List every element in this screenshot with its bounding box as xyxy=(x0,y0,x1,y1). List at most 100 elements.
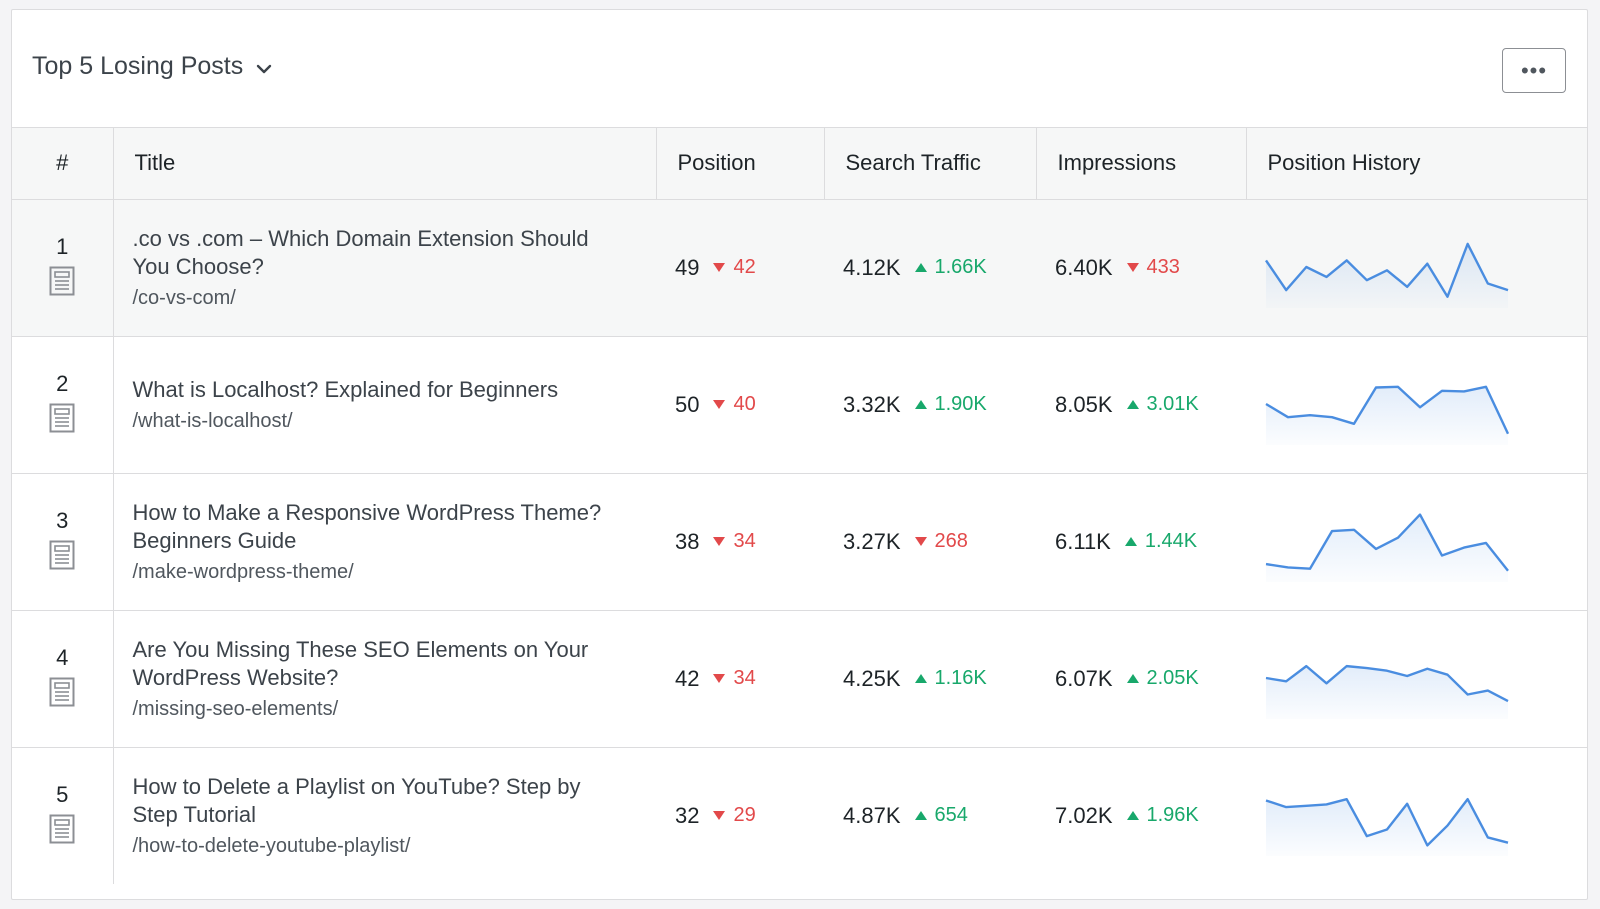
traffic-change-value: 268 xyxy=(934,530,968,552)
change-arrow-icon xyxy=(713,263,726,272)
position-change-value: 29 xyxy=(733,804,756,827)
position-change: 34 xyxy=(713,667,756,690)
position-history-sparkline xyxy=(1265,797,1509,856)
change-arrow-icon xyxy=(1126,400,1139,409)
sparkline-area xyxy=(1266,514,1508,582)
position-change-value: 40 xyxy=(733,393,756,415)
post-url: /missing-seo-elements/ xyxy=(132,698,339,720)
position-cell: 32 29 xyxy=(656,747,824,884)
traffic-cell: 3.27K 268 xyxy=(824,473,1036,611)
impressions-change-value: 433 xyxy=(1146,256,1180,278)
post-url: /co-vs-com/ xyxy=(132,287,236,309)
impressions-change-value: 1.44K xyxy=(1144,530,1198,552)
traffic-value: 4.12K xyxy=(843,254,901,280)
traffic-change-value: 1.66K xyxy=(934,256,987,278)
table-row: 1 .co vs .com – Which Domain Extension S… xyxy=(12,199,1587,337)
title-cell: How to Delete a Playlist on YouTube? Ste… xyxy=(113,747,656,884)
post-title-link[interactable]: What is Localhost? Explained for Beginne… xyxy=(133,376,617,404)
impressions-change-value: 1.96K xyxy=(1146,804,1199,827)
post-title-link[interactable]: Are You Missing These SEO Elements on Yo… xyxy=(133,636,617,692)
position-change: 40 xyxy=(713,393,756,416)
impressions-change: 3.01K xyxy=(1126,393,1199,416)
traffic-cell: 3.32K 1.90K xyxy=(824,336,1036,474)
position-history-cell xyxy=(1246,610,1587,748)
impressions-value: 7.02K xyxy=(1055,802,1113,828)
traffic-change: 1.90K xyxy=(914,393,987,416)
impressions-change-value: 2.05K xyxy=(1146,667,1199,689)
change-arrow-icon xyxy=(1124,537,1137,546)
position-history-sparkline xyxy=(1265,385,1510,445)
traffic-change: 654 xyxy=(914,804,968,827)
position-value: 50 xyxy=(675,391,700,417)
position-change: 34 xyxy=(713,530,756,553)
change-arrow-icon xyxy=(713,537,726,546)
title-cell: Are You Missing These SEO Elements on Yo… xyxy=(113,610,656,748)
traffic-value: 3.27K xyxy=(843,528,901,554)
col-header-position-history: Position History xyxy=(1246,128,1587,200)
traffic-change-value: 1.90K xyxy=(934,393,987,415)
row-index: 2 xyxy=(56,370,69,396)
post-title-link[interactable]: How to Make a Responsive WordPress Theme… xyxy=(133,499,617,555)
impressions-value: 8.05K xyxy=(1055,391,1113,417)
position-value: 42 xyxy=(675,665,700,691)
change-arrow-icon xyxy=(713,811,726,821)
position-change: 42 xyxy=(713,256,756,279)
position-history-sparkline xyxy=(1265,242,1509,308)
row-index-cell: 2 xyxy=(12,336,114,474)
row-index: 4 xyxy=(56,644,69,670)
panel-header: Top 5 Losing Posts ••• xyxy=(12,10,1587,128)
row-index-cell: 4 xyxy=(12,610,114,748)
table-header-row: # Title Position Search Traffic Impressi… xyxy=(12,128,1587,200)
change-arrow-icon xyxy=(1126,674,1139,683)
col-header-title: Title xyxy=(113,128,657,200)
position-cell: 50 40 xyxy=(656,336,824,474)
row-index-cell: 3 xyxy=(12,473,114,611)
change-arrow-icon xyxy=(914,537,927,546)
traffic-cell: 4.87K 654 xyxy=(824,747,1036,884)
change-arrow-icon xyxy=(1126,811,1139,821)
position-history-cell xyxy=(1246,336,1587,474)
impressions-change: 1.96K xyxy=(1126,804,1199,827)
traffic-change: 1.66K xyxy=(914,256,987,279)
title-cell: How to Make a Responsive WordPress Theme… xyxy=(113,473,656,611)
position-cell: 38 34 xyxy=(656,473,824,611)
impressions-value: 6.07K xyxy=(1055,665,1113,691)
traffic-change: 1.16K xyxy=(914,667,987,690)
impressions-change: 433 xyxy=(1126,256,1180,279)
change-arrow-icon xyxy=(914,263,927,272)
impressions-cell: 8.05K 3.01K xyxy=(1036,336,1246,474)
position-history-cell xyxy=(1246,747,1587,884)
title-cell: .co vs .com – Which Domain Extension Sho… xyxy=(113,199,656,337)
row-index: 1 xyxy=(56,233,69,259)
impressions-cell: 7.02K 1.96K xyxy=(1036,747,1246,884)
document-icon xyxy=(49,814,75,844)
impressions-change: 1.44K xyxy=(1124,530,1198,553)
change-arrow-icon xyxy=(914,400,927,409)
position-change: 29 xyxy=(713,804,756,827)
document-icon xyxy=(49,677,75,706)
traffic-value: 4.25K xyxy=(843,665,901,691)
post-url: /what-is-localhost/ xyxy=(132,410,293,432)
more-options-button[interactable]: ••• xyxy=(1502,48,1566,93)
losing-posts-panel: Top 5 Losing Posts ••• # Title Position … xyxy=(11,9,1588,900)
post-title-link[interactable]: .co vs .com – Which Domain Extension Sho… xyxy=(133,225,617,281)
position-history-cell xyxy=(1246,473,1587,611)
change-arrow-icon xyxy=(713,400,726,409)
report-selector[interactable]: Top 5 Losing Posts xyxy=(32,52,275,81)
chevron-down-icon xyxy=(257,64,272,73)
document-icon xyxy=(49,540,75,569)
impressions-value: 6.40K xyxy=(1055,254,1113,280)
row-index: 3 xyxy=(56,507,69,533)
table-row: 4 Are You Missing These SEO Elements on … xyxy=(12,610,1587,748)
position-value: 32 xyxy=(675,802,700,828)
change-arrow-icon xyxy=(914,811,927,821)
traffic-value: 3.32K xyxy=(843,391,901,417)
ellipsis-icon: ••• xyxy=(1520,57,1548,83)
traffic-value: 4.87K xyxy=(843,802,901,828)
table-row: 2 What is Localhost? Explained for Begin… xyxy=(12,336,1587,474)
position-cell: 42 34 xyxy=(656,610,824,748)
position-history-cell xyxy=(1246,199,1587,337)
document-icon xyxy=(49,403,75,432)
traffic-cell: 4.25K 1.16K xyxy=(824,610,1036,748)
post-title-link[interactable]: How to Delete a Playlist on YouTube? Ste… xyxy=(133,773,617,829)
